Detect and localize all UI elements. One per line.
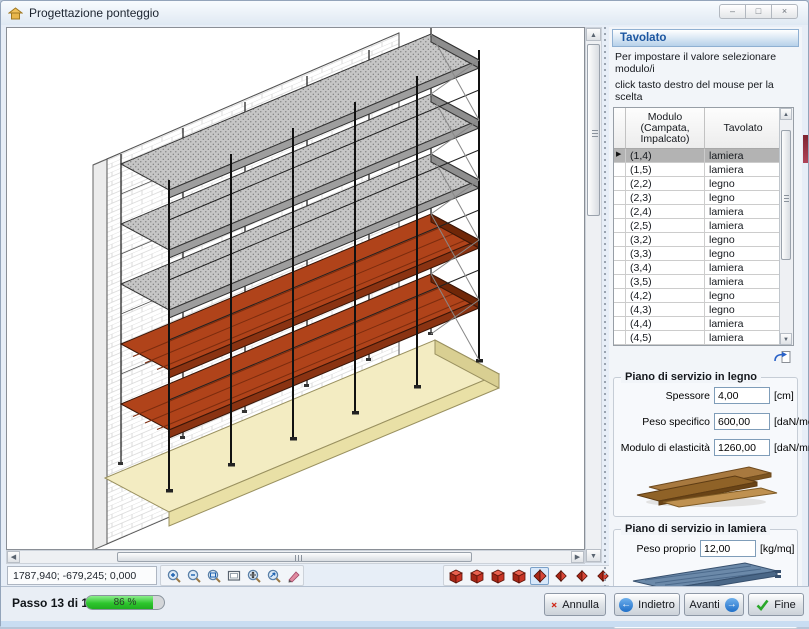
avanti-button[interactable]: Avanti → — [684, 593, 744, 616]
view-diamond-3-button[interactable] — [572, 567, 591, 585]
status-bar: 1787,940; -679,245; 0,000 — [6, 565, 616, 586]
peso-specifico-label: Peso specifico — [614, 416, 710, 428]
legno-groupbox-title: Piano di servizio in legno — [621, 371, 761, 383]
wood-planks-image — [631, 460, 781, 508]
row-selected-marker: ▶ — [614, 149, 626, 163]
hint-line-1: Per impostare il valore selezionare modu… — [615, 51, 802, 75]
peso-proprio-label: Peso proprio — [614, 543, 696, 555]
zoom-pan-button[interactable] — [244, 567, 263, 585]
scroll-right-icon[interactable]: ▶ — [571, 551, 584, 563]
zoom-window-button[interactable] — [204, 567, 223, 585]
window-bottom-edge — [1, 621, 809, 627]
viewport-vertical-scrollbar[interactable]: ▲ ▼ — [585, 27, 602, 563]
view-cube-1-button[interactable] — [446, 567, 465, 585]
modulo-elasticita-label: Modulo di elasticità — [614, 442, 710, 454]
tavolato-table[interactable]: Modulo (Campata, Impalcato) Tavolato ▶ (… — [613, 107, 794, 346]
table-row[interactable]: (3,4)lamiera — [614, 261, 793, 275]
panel-splitter[interactable] — [603, 27, 607, 586]
viewport-horizontal-scrollbar[interactable]: ◀ ▶ — [6, 550, 585, 564]
panel-title: Tavolato — [612, 29, 799, 47]
peso-specifico-unit: [daN/mc] — [774, 416, 809, 428]
scroll-down-icon[interactable]: ▼ — [586, 549, 601, 562]
view-cube-4-button[interactable] — [509, 567, 528, 585]
spessore-label: Spessore — [614, 390, 710, 402]
progress-bar: 86 % — [85, 595, 165, 610]
window-edge-artifact — [803, 135, 808, 163]
zoom-previous-button[interactable] — [264, 567, 283, 585]
horizontal-scroll-thumb[interactable] — [117, 552, 472, 562]
scroll-left-icon[interactable]: ◀ — [7, 551, 20, 563]
zoom-toolbar — [160, 565, 304, 586]
annulla-x-icon — [551, 599, 557, 611]
modulo-elasticita-input[interactable] — [714, 439, 770, 456]
back-arrow-icon: ← — [619, 598, 633, 612]
minimize-button[interactable]: – — [719, 4, 746, 19]
window-controls: – □ × — [720, 4, 798, 19]
table-row[interactable]: (2,4)lamiera — [614, 205, 793, 219]
table-row[interactable]: (4,4)lamiera — [614, 317, 793, 331]
close-button[interactable]: × — [771, 4, 798, 19]
table-row[interactable]: (3,2)legno — [614, 233, 793, 247]
table-row[interactable]: (4,5)lamiera — [614, 331, 793, 345]
table-row[interactable]: (2,5)lamiera — [614, 219, 793, 233]
annulla-button[interactable]: Annulla — [544, 593, 606, 616]
spessore-unit: [cm] — [774, 390, 794, 402]
legno-groupbox: Piano di servizio in legno Spessore [cm]… — [613, 377, 798, 517]
vertical-scroll-thumb[interactable] — [587, 44, 600, 216]
table-row[interactable]: ▶ (1,4)lamiera — [614, 149, 793, 163]
forward-arrow-icon: → — [725, 598, 739, 612]
table-row[interactable]: (3,3)legno — [614, 247, 793, 261]
table-row[interactable]: (4,2)legno — [614, 289, 793, 303]
peso-specifico-input[interactable] — [714, 413, 770, 430]
cad-viewport[interactable] — [6, 27, 585, 550]
apply-icon[interactable] — [774, 350, 792, 365]
wizard-step-label: Passo 13 di 15 — [12, 596, 95, 610]
peso-proprio-unit: [kg/mq] — [760, 543, 794, 555]
table-scroll-down-icon[interactable]: ▼ — [780, 333, 792, 345]
scroll-up-icon[interactable]: ▲ — [586, 28, 601, 41]
table-row[interactable]: (3,5)lamiera — [614, 275, 793, 289]
column-header-modulo[interactable]: Modulo (Campata, Impalcato) — [626, 108, 705, 149]
app-icon — [8, 7, 23, 20]
zoom-in-button[interactable] — [164, 567, 183, 585]
fine-check-icon — [756, 599, 769, 611]
view-cube-3-button[interactable] — [488, 567, 507, 585]
table-row[interactable]: (2,2)legno — [614, 177, 793, 191]
fine-button[interactable]: Fine — [748, 593, 804, 616]
app-window: Progettazione ponteggio – □ × — [0, 0, 809, 626]
modulo-elasticita-unit: [daN/mmq] — [774, 442, 809, 454]
wizard-footer: Passo 13 di 15 86 % Annulla ← Indietro A… — [1, 586, 809, 621]
progress-label: 86 % — [86, 597, 164, 608]
peso-proprio-input[interactable] — [700, 540, 756, 557]
table-scroll-thumb[interactable] — [781, 130, 791, 260]
maximize-button[interactable]: □ — [745, 4, 772, 19]
indietro-button[interactable]: ← Indietro — [614, 593, 680, 616]
window-title: Progettazione ponteggio — [29, 6, 159, 20]
hint-line-2: click tasto destro del mouse per la scel… — [615, 79, 802, 103]
column-header-tavolato[interactable]: Tavolato — [705, 108, 781, 149]
cursor-coordinates: 1787,940; -679,245; 0,000 — [7, 566, 157, 585]
tavolato-panel: Tavolato Per impostare il valore selezio… — [609, 27, 802, 586]
table-row[interactable]: (2,3)legno — [614, 191, 793, 205]
table-scrollbar[interactable]: ▲ ▼ — [779, 108, 793, 345]
lamiera-groupbox-title: Piano di servizio in lamiera — [621, 523, 770, 535]
view-cube-2-button[interactable] — [467, 567, 486, 585]
table-scroll-up-icon[interactable]: ▲ — [780, 108, 792, 120]
view-diamond-1-button[interactable] — [530, 567, 549, 585]
redline-pen-button[interactable] — [284, 567, 303, 585]
view-diamond-2-button[interactable] — [551, 567, 570, 585]
table-header-row: Modulo (Campata, Impalcato) Tavolato — [614, 108, 793, 149]
view-orientation-toolbar — [443, 565, 615, 586]
table-row[interactable]: (4,3)legno — [614, 303, 793, 317]
table-row[interactable]: (1,5)lamiera — [614, 163, 793, 177]
zoom-extents-button[interactable] — [224, 567, 243, 585]
title-bar[interactable]: Progettazione ponteggio – □ × — [1, 1, 808, 25]
spessore-input[interactable] — [714, 387, 770, 404]
scaffold-3d-view — [7, 28, 585, 550]
zoom-out-button[interactable] — [184, 567, 203, 585]
